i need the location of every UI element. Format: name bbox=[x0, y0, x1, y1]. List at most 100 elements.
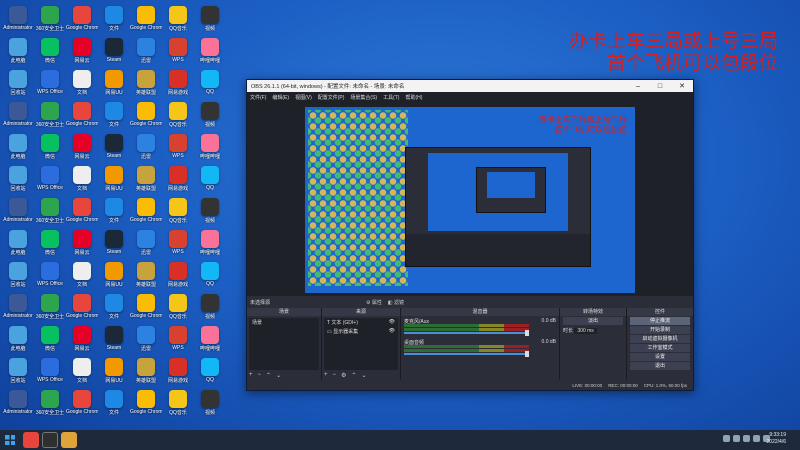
desktop-icon[interactable]: 网易云 bbox=[66, 226, 98, 258]
desktop-icon[interactable]: 文档 bbox=[66, 66, 98, 98]
desktop-icon[interactable]: Administrator bbox=[2, 98, 34, 130]
desktop-icon[interactable]: 英雄联盟 bbox=[130, 354, 162, 386]
duration-input[interactable]: 300 ms bbox=[574, 328, 597, 334]
menu-tools[interactable]: 工具(T) bbox=[383, 94, 399, 101]
scenes-list[interactable]: 场景 bbox=[249, 318, 319, 370]
menu-profile[interactable]: 配置文件(P) bbox=[318, 94, 345, 101]
desktop-icon[interactable]: WPS bbox=[162, 34, 194, 66]
desktop-icon[interactable]: WPS Office bbox=[34, 66, 66, 98]
desktop-icon[interactable]: 此电脑 bbox=[2, 34, 34, 66]
filters-button[interactable]: ◧ 滤镜 bbox=[388, 299, 404, 306]
desktop-icon[interactable]: WPS bbox=[162, 322, 194, 354]
desktop-icon[interactable]: 网易云 bbox=[66, 130, 98, 162]
source-item-display[interactable]: ▭ 显示器采集 👁 bbox=[324, 327, 398, 336]
studio-mode-button[interactable]: 工作室模式 bbox=[630, 344, 690, 352]
desktop-icon[interactable]: 360安全卫士 bbox=[34, 98, 66, 130]
eye-icon[interactable]: 👁 bbox=[389, 319, 395, 325]
desktop-icon[interactable]: Google Chrome bbox=[130, 194, 162, 226]
volume-slider[interactable] bbox=[404, 353, 529, 355]
tray-icon[interactable] bbox=[743, 435, 750, 442]
desktop-icon[interactable]: Google Chrome bbox=[130, 98, 162, 130]
desktop-icon[interactable]: QQ音乐 bbox=[162, 386, 194, 418]
desktop-icon[interactable]: 视频 bbox=[194, 386, 226, 418]
start-button[interactable] bbox=[0, 430, 20, 450]
desktop-icon[interactable]: 文档 bbox=[66, 354, 98, 386]
maximize-icon[interactable]: □ bbox=[649, 83, 671, 90]
desktop-icon[interactable]: 网易游戏 bbox=[162, 258, 194, 290]
desktop-icon[interactable]: Google Chrome bbox=[66, 98, 98, 130]
minimize-icon[interactable]: – bbox=[627, 83, 649, 90]
desktop-icon[interactable]: Steam bbox=[98, 34, 130, 66]
desktop-icon[interactable]: 回收站 bbox=[2, 258, 34, 290]
eye-icon[interactable]: 👁 bbox=[389, 328, 395, 334]
desktop-icon[interactable]: 视频 bbox=[194, 194, 226, 226]
desktop-icon[interactable]: 网易游戏 bbox=[162, 66, 194, 98]
desktop-icon[interactable]: 回收站 bbox=[2, 354, 34, 386]
desktop-icon[interactable]: 迅雷 bbox=[130, 34, 162, 66]
desktop-icon[interactable]: 微信 bbox=[34, 322, 66, 354]
desktop-icon[interactable]: QQ bbox=[194, 66, 226, 98]
desktop-icon[interactable]: 微信 bbox=[34, 34, 66, 66]
scene-item[interactable]: 场景 bbox=[249, 318, 319, 327]
desktop-icon[interactable]: 文档 bbox=[66, 162, 98, 194]
obs-titlebar[interactable]: OBS 26.1.1 (64-bit, windows) - 配置文件: 未命名… bbox=[247, 80, 693, 92]
desktop-icon[interactable]: 网易UU bbox=[98, 354, 130, 386]
preview-canvas[interactable]: 办卡上车三局或上号三局 首个飞机可以包段位 bbox=[305, 107, 635, 293]
desktop-icon[interactable]: WPS Office bbox=[34, 162, 66, 194]
desktop-icon[interactable]: Google Chrome bbox=[130, 290, 162, 322]
desktop-icon[interactable]: Google Chrome bbox=[130, 386, 162, 418]
desktop-icon[interactable]: Google Chrome bbox=[130, 2, 162, 34]
add-icon[interactable]: + bbox=[324, 372, 328, 378]
desktop-icon[interactable]: 网易UU bbox=[98, 258, 130, 290]
desktop-icon[interactable]: 网易游戏 bbox=[162, 354, 194, 386]
volume-knob[interactable] bbox=[525, 351, 529, 357]
move-down-icon[interactable]: ⌄ bbox=[361, 372, 366, 379]
volume-knob[interactable] bbox=[525, 330, 529, 336]
desktop-icon[interactable]: QQ音乐 bbox=[162, 98, 194, 130]
move-up-icon[interactable]: ⌃ bbox=[351, 372, 356, 379]
desktop-icon[interactable]: 360安全卫士 bbox=[34, 386, 66, 418]
desktop-icon[interactable]: 迅雷 bbox=[130, 322, 162, 354]
desktop-icon[interactable]: WPS Office bbox=[34, 354, 66, 386]
menu-file[interactable]: 文件(F) bbox=[250, 94, 266, 101]
desktop-icon[interactable]: 网易云 bbox=[66, 34, 98, 66]
desktop-icon[interactable]: 哔哩哔哩 bbox=[194, 34, 226, 66]
desktop-icon[interactable]: 网易UU bbox=[98, 162, 130, 194]
menu-edit[interactable]: 编辑(E) bbox=[272, 94, 289, 101]
add-icon[interactable]: + bbox=[249, 372, 253, 378]
desktop-icon[interactable]: 哔哩哔哩 bbox=[194, 322, 226, 354]
desktop-icon[interactable]: 迅雷 bbox=[130, 130, 162, 162]
settings-button[interactable]: 设置 bbox=[630, 353, 690, 361]
properties-button[interactable]: ⚙ 属性 bbox=[366, 299, 382, 306]
desktop-icon[interactable]: 微信 bbox=[34, 226, 66, 258]
desktop-icon[interactable]: Administrator bbox=[2, 2, 34, 34]
menu-help[interactable]: 帮助(H) bbox=[405, 94, 422, 101]
obs-taskbar-icon[interactable] bbox=[42, 432, 58, 448]
desktop-icon[interactable]: 哔哩哔哩 bbox=[194, 130, 226, 162]
desktop-icon[interactable]: Steam bbox=[98, 322, 130, 354]
stop-streaming-button[interactable]: 停止推流 bbox=[630, 317, 690, 325]
desktop-icon[interactable]: 文件 bbox=[98, 386, 130, 418]
sources-list[interactable]: T 文本 (GDI+) 👁 ▭ 显示器采集 👁 bbox=[324, 318, 398, 370]
desktop-icon[interactable]: Administrator bbox=[2, 290, 34, 322]
exit-button[interactable]: 退出 bbox=[630, 362, 690, 370]
desktop-icon[interactable]: 英雄联盟 bbox=[130, 66, 162, 98]
desktop-icon[interactable]: 文件 bbox=[98, 98, 130, 130]
desktop-icon[interactable]: QQ bbox=[194, 162, 226, 194]
desktop-icon[interactable]: WPS bbox=[162, 130, 194, 162]
desktop-icon[interactable]: Google Chrome bbox=[66, 386, 98, 418]
desktop-icon[interactable]: Administrator bbox=[2, 386, 34, 418]
desktop-icon[interactable]: Steam bbox=[98, 130, 130, 162]
desktop-icon[interactable]: WPS bbox=[162, 226, 194, 258]
gear-icon[interactable]: ⚙ bbox=[341, 372, 346, 379]
desktop-icon[interactable]: 网易游戏 bbox=[162, 162, 194, 194]
desktop-icon[interactable]: 视频 bbox=[194, 290, 226, 322]
remove-icon[interactable]: − bbox=[333, 372, 337, 378]
transition-type-select[interactable]: 淡出 bbox=[563, 317, 623, 325]
obs-window[interactable]: OBS 26.1.1 (64-bit, windows) - 配置文件: 未命名… bbox=[246, 79, 694, 391]
desktop-icon[interactable]: QQ bbox=[194, 258, 226, 290]
desktop-icon[interactable]: 网易云 bbox=[66, 322, 98, 354]
desktop-icon[interactable]: 英雄联盟 bbox=[130, 258, 162, 290]
start-recording-button[interactable]: 开始录制 bbox=[630, 326, 690, 334]
desktop-icon[interactable]: 微信 bbox=[34, 130, 66, 162]
